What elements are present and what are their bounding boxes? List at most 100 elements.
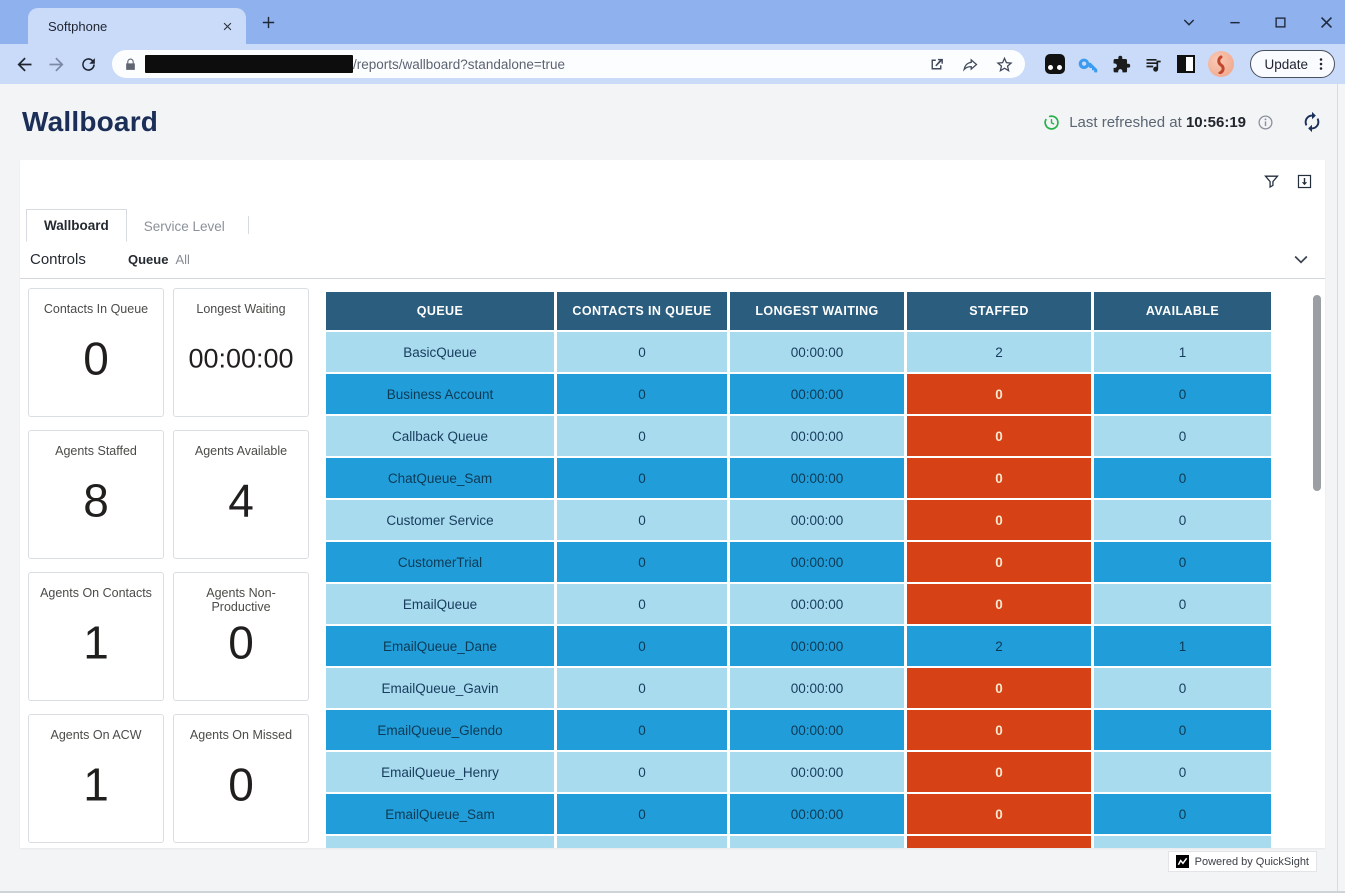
info-icon[interactable]: [1257, 114, 1274, 131]
staffed-cell[interactable]: 2: [907, 626, 1091, 666]
table-row[interactable]: EmailQueue000:00:0000: [326, 584, 1271, 624]
back-icon[interactable]: [10, 50, 38, 78]
new-tab-icon[interactable]: [260, 14, 277, 31]
available-cell[interactable]: 0: [1094, 374, 1271, 414]
longest-waiting-cell[interactable]: 00:00:00: [730, 416, 904, 456]
close-icon[interactable]: [1318, 14, 1335, 31]
available-cell[interactable]: 1: [1094, 332, 1271, 372]
staffed-cell[interactable]: 0: [907, 584, 1091, 624]
queue-cell[interactable]: EmailQueue_Glendo: [326, 710, 554, 750]
longest-waiting-cell[interactable]: 00:00:00: [730, 584, 904, 624]
contacts-cell[interactable]: 0: [557, 500, 727, 540]
longest-waiting-cell[interactable]: 00:00:00: [730, 752, 904, 792]
queue-cell[interactable]: EmailQueue_Sam: [326, 794, 554, 834]
update-button[interactable]: Update: [1250, 50, 1335, 78]
longest-waiting-cell[interactable]: 00:00:00: [730, 500, 904, 540]
available-cell[interactable]: 0: [1094, 584, 1271, 624]
share-icon[interactable]: [962, 56, 979, 73]
page-scrollbar[interactable]: [1337, 84, 1345, 893]
open-in-new-icon[interactable]: [928, 56, 945, 73]
contacts-cell[interactable]: 0: [557, 416, 727, 456]
url-text[interactable]: /reports/wallboard?standalone=true: [353, 57, 928, 72]
longest-waiting-cell[interactable]: 00:00:00: [730, 794, 904, 834]
available-cell[interactable]: 0: [1094, 668, 1271, 708]
queue-cell[interactable]: EmailQueue_Henry: [326, 752, 554, 792]
available-cell[interactable]: 1: [1094, 626, 1271, 666]
longest-waiting-cell[interactable]: 00:00:00: [730, 374, 904, 414]
table-row[interactable]: CustomerTrial000:00:0000: [326, 542, 1271, 582]
puzzle-extensions-icon[interactable]: [1112, 55, 1131, 74]
available-cell[interactable]: 0: [1094, 416, 1271, 456]
available-cell[interactable]: 0: [1094, 710, 1271, 750]
minimize-icon[interactable]: [1227, 14, 1243, 30]
column-header[interactable]: LONGEST WAITING: [730, 292, 904, 330]
contacts-cell[interactable]: 0: [557, 794, 727, 834]
forward-icon[interactable]: [42, 50, 70, 78]
contacts-cell[interactable]: 0: [557, 836, 727, 848]
lock-icon[interactable]: [124, 58, 137, 71]
staffed-cell[interactable]: 0: [907, 836, 1091, 848]
longest-waiting-cell[interactable]: 00:00:00: [730, 542, 904, 582]
column-header[interactable]: STAFFED: [907, 292, 1091, 330]
contacts-cell[interactable]: 0: [557, 626, 727, 666]
staffed-cell[interactable]: 0: [907, 710, 1091, 750]
browser-menu-kebab-icon[interactable]: [1312, 55, 1330, 73]
staffed-cell[interactable]: 0: [907, 500, 1091, 540]
password-key-icon[interactable]: [1078, 54, 1099, 75]
available-cell[interactable]: 0: [1094, 542, 1271, 582]
longest-waiting-cell[interactable]: 00:00:00: [730, 626, 904, 666]
staffed-cell[interactable]: 0: [907, 416, 1091, 456]
queue-cell[interactable]: EmailQueue: [326, 584, 554, 624]
longest-waiting-cell[interactable]: 00:00:00: [730, 668, 904, 708]
maximize-icon[interactable]: [1273, 15, 1288, 30]
staffed-cell[interactable]: 0: [907, 668, 1091, 708]
table-row[interactable]: EmailQueue_Glendo000:00:0000: [326, 710, 1271, 750]
profile-avatar[interactable]: [1208, 51, 1234, 77]
tab-close-icon[interactable]: [218, 17, 236, 35]
available-cell[interactable]: 0: [1094, 836, 1271, 848]
contacts-cell[interactable]: 0: [557, 458, 727, 498]
tab-wallboard[interactable]: Wallboard: [26, 209, 127, 242]
contacts-cell[interactable]: 0: [557, 710, 727, 750]
staffed-cell[interactable]: 0: [907, 752, 1091, 792]
longest-waiting-cell[interactable]: 00:00:00: [730, 332, 904, 372]
reload-icon[interactable]: [74, 50, 102, 78]
contacts-cell[interactable]: 0: [557, 374, 727, 414]
queue-cell[interactable]: ChatQueue_Sam: [326, 458, 554, 498]
table-row[interactable]: EmailQueue_Henry000:00:0000: [326, 752, 1271, 792]
queue-cell[interactable]: Customer Service: [326, 500, 554, 540]
available-cell[interactable]: 0: [1094, 752, 1271, 792]
contrast-extension-icon[interactable]: [1177, 55, 1195, 73]
table-scrollbar-thumb[interactable]: [1313, 295, 1321, 491]
tab-search-chevron-icon[interactable]: [1181, 14, 1197, 30]
staffed-cell[interactable]: 2: [907, 332, 1091, 372]
longest-waiting-cell[interactable]: 00:00:00: [730, 458, 904, 498]
export-download-icon[interactable]: [1296, 173, 1313, 190]
staffed-cell[interactable]: 0: [907, 542, 1091, 582]
table-scrollbar[interactable]: [1313, 292, 1321, 840]
available-cell[interactable]: 0: [1094, 794, 1271, 834]
queue-cell[interactable]: CustomerTrial: [326, 542, 554, 582]
refresh-button-icon[interactable]: [1301, 111, 1323, 133]
column-header[interactable]: CONTACTS IN QUEUE: [557, 292, 727, 330]
staffed-cell[interactable]: 0: [907, 794, 1091, 834]
table-row[interactable]: EmailQueue_Gavin000:00:0000: [326, 668, 1271, 708]
staffed-cell[interactable]: 0: [907, 374, 1091, 414]
table-row[interactable]: BasicQueue000:00:0021: [326, 332, 1271, 372]
table-row[interactable]: ChatQueue_Sam000:00:0000: [326, 458, 1271, 498]
queue-cell[interactable]: Callback Queue: [326, 416, 554, 456]
controls-collapse-chevron-icon[interactable]: [1291, 249, 1311, 269]
queue-cell[interactable]: Business Account: [326, 374, 554, 414]
queue-filter-label[interactable]: Queue: [128, 252, 168, 267]
contacts-cell[interactable]: 0: [557, 584, 727, 624]
address-bar[interactable]: /reports/wallboard?standalone=true: [112, 50, 1025, 78]
longest-waiting-cell[interactable]: 00:00:00: [730, 710, 904, 750]
table-row[interactable]: EmailQueue_Dane000:00:0021: [326, 626, 1271, 666]
table-row[interactable]: EmailQueue_T000:00:0000: [326, 836, 1271, 848]
queue-filter-value[interactable]: All: [175, 252, 189, 267]
column-header[interactable]: QUEUE: [326, 292, 554, 330]
tab-service-level[interactable]: Service Level: [127, 211, 242, 242]
contacts-cell[interactable]: 0: [557, 668, 727, 708]
table-row[interactable]: EmailQueue_Sam000:00:0000: [326, 794, 1271, 834]
browser-tab[interactable]: Softphone: [28, 8, 246, 44]
